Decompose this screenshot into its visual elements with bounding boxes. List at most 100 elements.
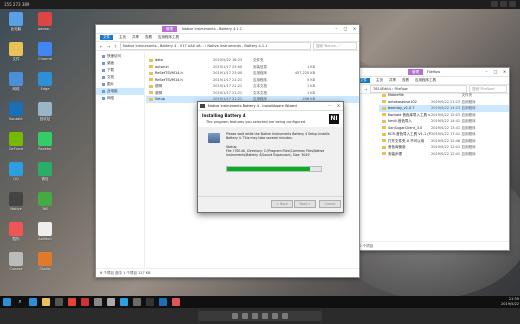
remote-mouse-icon[interactable] bbox=[242, 313, 248, 319]
search-input[interactable]: 搜索"Native..." bbox=[313, 42, 357, 50]
ribbon-tab[interactable]: 查看 bbox=[145, 35, 152, 40]
app-icon-5[interactable] bbox=[146, 298, 154, 306]
installer-dialog[interactable]: Native Instruments Battery 4 - InstallAw… bbox=[197, 101, 344, 213]
close-icon[interactable]: × bbox=[500, 68, 509, 76]
ribbon-tab[interactable]: 文件 bbox=[100, 35, 113, 40]
remote-toolbar-buttons bbox=[198, 311, 322, 321]
ribbon-tab[interactable]: 主页 bbox=[119, 35, 126, 40]
start-icon[interactable] bbox=[3, 298, 11, 306]
address-path[interactable]: Native Instruments - Battery 4 - V17 AAX… bbox=[120, 42, 311, 50]
forward-icon[interactable]: → bbox=[106, 44, 111, 49]
ribbon: 文件 主页 共享 查看 应用程序工具 bbox=[96, 34, 359, 42]
desktop-shortcut[interactable]: 网络 bbox=[3, 72, 29, 98]
file-size bbox=[489, 151, 509, 158]
sidebar-item[interactable]: 此电脑 bbox=[96, 88, 144, 95]
desktop-shortcut-label: Kontakt bbox=[9, 117, 23, 121]
remote-settings-icon[interactable] bbox=[272, 313, 278, 319]
desktop-shortcut[interactable]: Ableton bbox=[32, 222, 58, 248]
app-icon-3[interactable] bbox=[120, 298, 128, 306]
desktop-shortcut[interactable]: Cubase bbox=[3, 252, 29, 278]
sidebar-item-label: 快速访问 bbox=[107, 54, 121, 58]
app-icon-1[interactable] bbox=[94, 298, 102, 306]
maximize-icon[interactable]: □ bbox=[341, 25, 350, 33]
sidebar-item[interactable]: 图片 bbox=[96, 81, 144, 88]
up-icon[interactable]: ↑ bbox=[113, 44, 118, 49]
remote-exit-icon[interactable] bbox=[282, 313, 288, 319]
close-icon[interactable]: × bbox=[334, 102, 343, 110]
status-text: File: ITSE.dll, Directory: C:\Program Fi… bbox=[226, 149, 325, 157]
sidebar-item[interactable]: 文档 bbox=[96, 74, 144, 81]
desktop-shortcut[interactable]: Native bbox=[3, 192, 29, 218]
ribbon-tab[interactable]: 查看 bbox=[402, 78, 409, 83]
cancel-button[interactable]: Cancel bbox=[319, 200, 341, 208]
ribbon-tab[interactable]: 共享 bbox=[389, 78, 396, 83]
store-icon[interactable] bbox=[55, 298, 63, 306]
ribbon-tab[interactable]: 共享 bbox=[132, 35, 139, 40]
app-icon-4[interactable] bbox=[133, 298, 141, 306]
desktop-shortcut[interactable]: 此电脑 bbox=[3, 12, 29, 38]
sidebar-item[interactable]: 网络 bbox=[96, 95, 144, 102]
file-name: Kontakt 音色库导入工具 v1.0 bbox=[388, 112, 431, 117]
tab-manage[interactable]: 管理 bbox=[408, 69, 423, 75]
remote-close-icon[interactable] bbox=[509, 1, 516, 7]
sidebar-item[interactable]: 快速访问 bbox=[96, 53, 144, 60]
minimize-icon[interactable]: – bbox=[482, 68, 491, 76]
clock[interactable]: 21:39 2019/5/22 bbox=[501, 297, 519, 307]
search-icon[interactable]: ⌕ bbox=[16, 298, 24, 306]
sidebar-item[interactable]: 桌面 bbox=[96, 60, 144, 67]
remote-session-bar: 155 273 389 bbox=[0, 0, 520, 9]
ribbon: 文件 主页 共享 查看 应用程序工具 bbox=[353, 77, 509, 85]
titlebar[interactable]: 管理 Fileflow – □ × bbox=[353, 68, 509, 77]
explorer-window-fileflow[interactable]: 管理 Fileflow – □ × 文件主页共享查看应用程序工具 ← → 781… bbox=[352, 67, 510, 251]
back-icon[interactable]: ← bbox=[99, 44, 104, 49]
file-name: beenlay_v1.0.7 bbox=[388, 106, 415, 110]
remote-controls bbox=[491, 1, 516, 7]
ribbon-tab[interactable]: 主页 bbox=[376, 78, 383, 83]
sidebar-item[interactable]: 下载 bbox=[96, 67, 144, 74]
remote-minimize-icon[interactable] bbox=[491, 1, 498, 7]
maximize-icon[interactable]: □ bbox=[491, 68, 500, 76]
titlebar[interactable]: 管理 Native Instruments - Battery 4.1.1 – … bbox=[96, 25, 359, 34]
desktop-shortcut-label: Studio bbox=[39, 267, 51, 271]
close-icon[interactable]: × bbox=[350, 25, 359, 33]
remote-file-icon[interactable] bbox=[262, 313, 268, 319]
desktop-shortcut[interactable]: 文件 bbox=[3, 42, 29, 68]
desktop-shortcut[interactable]: QQ bbox=[3, 162, 29, 188]
desktop-shortcut-label: 文件 bbox=[12, 57, 20, 61]
desktop-shortcut[interactable]: Studio bbox=[32, 252, 58, 278]
minimize-icon[interactable]: – bbox=[332, 25, 341, 33]
remote-chat-icon[interactable] bbox=[252, 313, 258, 319]
desktop-shortcut[interactable]: 微信 bbox=[32, 162, 58, 188]
media-icon[interactable] bbox=[81, 298, 89, 306]
dialog-titlebar[interactable]: Native Instruments Battery 4 - InstallAw… bbox=[198, 102, 343, 111]
nav-item-icon bbox=[102, 68, 105, 72]
desktop-shortcut[interactable]: Reaktor bbox=[32, 132, 58, 158]
app-icon-6[interactable] bbox=[159, 298, 167, 306]
forward-icon[interactable]: → bbox=[363, 87, 368, 92]
tab-manage[interactable]: 管理 bbox=[162, 26, 177, 32]
desktop-shortcut[interactable]: 酷狗 bbox=[3, 222, 29, 248]
desktop-shortcut[interactable]: Edge bbox=[32, 72, 58, 98]
360-icon bbox=[38, 192, 52, 206]
desktop-shortcut[interactable]: 回收站 bbox=[32, 102, 58, 128]
file-name: SanSugarClient_3.0 bbox=[388, 125, 423, 130]
chrome-taskbar-icon[interactable] bbox=[68, 298, 76, 306]
desktop-shortcut[interactable]: Kontakt bbox=[3, 102, 29, 128]
explorer-taskbar-icon[interactable] bbox=[42, 298, 50, 306]
desktop-shortcut[interactable]: 360 bbox=[32, 192, 58, 218]
app-icon-7[interactable] bbox=[172, 298, 180, 306]
ribbon-tab[interactable]: 应用程序工具 bbox=[158, 35, 179, 40]
qq-icon bbox=[9, 162, 23, 176]
app-icon-2[interactable] bbox=[107, 298, 115, 306]
desktop-shortcut[interactable]: Chrome bbox=[32, 42, 58, 68]
next-button[interactable]: Next > bbox=[294, 200, 316, 208]
minimize-icon[interactable]: – bbox=[325, 102, 334, 110]
ribbon-tab[interactable]: 应用程序工具 bbox=[415, 78, 436, 83]
edge-taskbar-icon[interactable] bbox=[29, 298, 37, 306]
desktop-shortcut[interactable]: GeForce bbox=[3, 132, 29, 158]
file-row[interactable]: 安装步骤 2019/5/22 12:41 应用程序 bbox=[379, 151, 509, 158]
back-button[interactable]: < Back bbox=[271, 200, 293, 208]
remote-fullscreen-icon[interactable] bbox=[500, 1, 507, 7]
desktop-shortcut[interactable]: Adobe... bbox=[32, 12, 58, 38]
remote-keyboard-icon[interactable] bbox=[232, 313, 238, 319]
